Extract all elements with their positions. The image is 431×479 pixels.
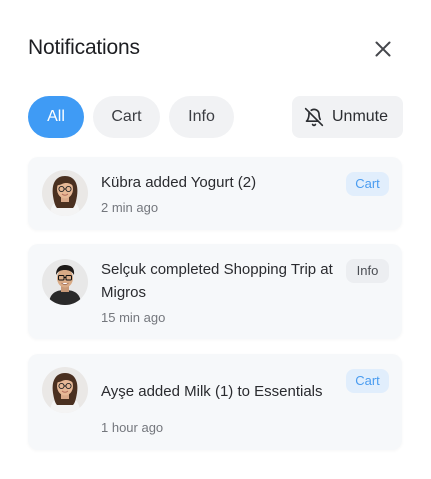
filter-tab-cart[interactable]: Cart [93,96,160,138]
cart-badge: Cart [346,172,389,196]
avatar [42,170,88,216]
avatar [42,259,88,305]
notification-time: 15 min ago [101,310,166,325]
bell-off-icon [304,107,324,127]
notification-message: Kübra added Yogurt (2) [101,174,257,191]
cart-badge: Cart [346,369,389,393]
close-icon [375,41,391,57]
info-badge: Info [346,259,389,283]
filter-tab-info[interactable]: Info [169,96,234,138]
notification-time: 2 min ago [101,200,159,215]
woman-avatar-icon [42,367,88,413]
notification-card[interactable]: Kübra added Yogurt (2) 2 min ago Cart [28,157,402,230]
close-button[interactable] [374,40,392,58]
unmute-button[interactable]: Unmute [292,96,403,138]
notifications-header: Notifications [28,34,404,64]
filter-bar: All Cart Info Unmute [28,96,403,138]
notification-time: 1 hour ago [101,420,164,435]
notification-card[interactable]: Selçuk completed Shopping Trip at Migros… [28,244,402,339]
filter-tab-all[interactable]: All [28,96,84,138]
woman-avatar-icon [42,170,88,216]
man-avatar-icon [42,259,88,305]
notification-card[interactable]: Ayşe added Milk (1) to Essentials 1 hour… [28,354,402,450]
avatar [42,367,88,413]
page-title: Notifications [28,36,140,59]
notification-message: Selçuk completed Shopping Trip at Migros [101,261,333,301]
notification-message: Ayşe added Milk (1) to Essentials [101,383,323,400]
unmute-label: Unmute [332,108,389,125]
